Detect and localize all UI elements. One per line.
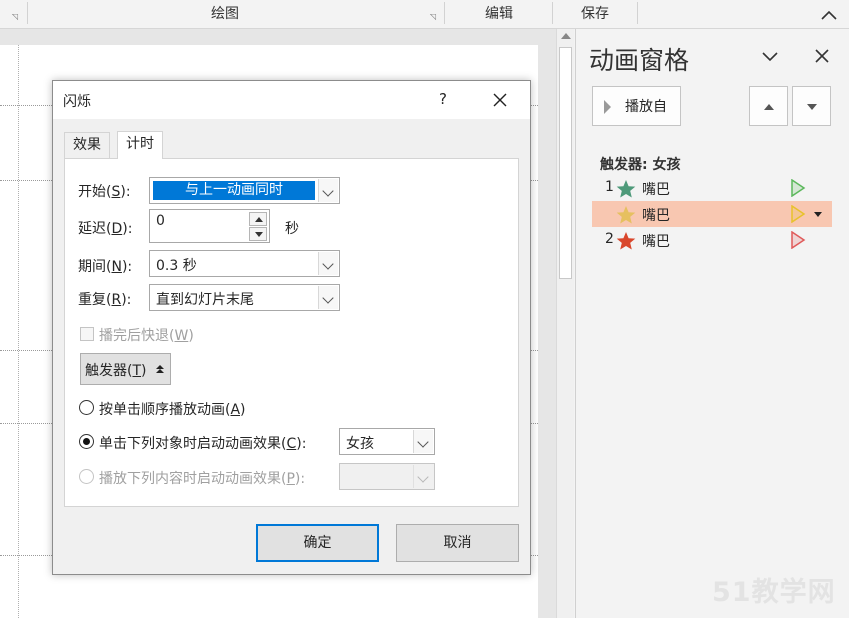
arrow-up-icon bbox=[764, 104, 774, 110]
timeline-marker-icon bbox=[791, 231, 806, 249]
collapse-up-icon bbox=[156, 365, 164, 373]
animation-item[interactable]: 2 嘴巴 bbox=[592, 227, 832, 253]
ribbon-separator bbox=[27, 2, 28, 24]
tab-effect[interactable]: 效果 bbox=[64, 132, 110, 158]
rewind-label: 播完后快退(W) bbox=[99, 328, 194, 344]
item-name: 嘴巴 bbox=[642, 234, 670, 250]
dialog-title: 闪烁 bbox=[63, 94, 91, 110]
trigger-object-value: 女孩 bbox=[346, 436, 374, 452]
chevron-down-icon[interactable] bbox=[413, 430, 433, 453]
animation-item-selected[interactable]: 嘴巴 bbox=[592, 201, 832, 227]
cancel-button[interactable]: 取消 bbox=[396, 524, 519, 562]
chevron-down-icon[interactable] bbox=[760, 46, 780, 66]
dialog-close-icon[interactable] bbox=[491, 91, 509, 109]
star-effect-icon bbox=[616, 180, 636, 198]
radio-click-sequence[interactable] bbox=[79, 400, 94, 415]
item-name: 嘴巴 bbox=[642, 208, 670, 224]
radio-click-sequence-label: 按单击顺序播放动画(A) bbox=[99, 402, 246, 418]
repeat-label: 重复(R): bbox=[78, 292, 132, 308]
start-label: 开始(S): bbox=[78, 184, 131, 200]
chevron-down-icon[interactable] bbox=[318, 286, 338, 309]
radio-start-on-bookmark[interactable] bbox=[79, 469, 94, 484]
rewind-checkbox[interactable] bbox=[80, 327, 94, 341]
animation-item[interactable]: 1 嘴巴 bbox=[592, 175, 832, 201]
collapse-ribbon-icon[interactable] bbox=[819, 6, 839, 24]
duration-value: 0.3 秒 bbox=[156, 258, 197, 274]
tab-timing[interactable]: 计时 bbox=[117, 131, 163, 159]
item-name: 嘴巴 bbox=[642, 182, 670, 198]
ribbon-separator bbox=[444, 2, 445, 24]
radio-start-on-click-of[interactable] bbox=[79, 434, 94, 449]
item-dropdown-icon[interactable] bbox=[814, 212, 822, 217]
delay-label: 延迟(D): bbox=[78, 221, 133, 237]
delay-stepper[interactable]: 0 bbox=[149, 209, 270, 243]
canvas-scrollbar[interactable] bbox=[556, 29, 574, 618]
chevron-down-icon[interactable] bbox=[413, 465, 433, 488]
chevron-down-icon[interactable] bbox=[318, 179, 338, 202]
move-up-button[interactable] bbox=[749, 86, 788, 126]
play-icon bbox=[604, 100, 611, 114]
scroll-up-icon[interactable] bbox=[561, 33, 571, 39]
move-down-button[interactable] bbox=[792, 86, 831, 126]
drawing-launcher-icon[interactable]: ◹ bbox=[430, 12, 440, 22]
trigger-header: 触发器: 女孩 bbox=[600, 157, 681, 173]
repeat-select[interactable]: 直到幻灯片末尾 bbox=[149, 284, 340, 311]
timeline-marker-icon bbox=[791, 205, 806, 223]
timeline-marker-icon bbox=[791, 179, 806, 197]
star-effect-icon bbox=[616, 206, 636, 224]
dialog-titlebar: 闪烁 ? bbox=[53, 81, 530, 119]
item-number: 2 bbox=[605, 231, 614, 247]
bookmark-select[interactable] bbox=[339, 463, 435, 490]
guide-line bbox=[18, 45, 19, 618]
ribbon-group-editing: 编辑 bbox=[485, 6, 513, 22]
scrollbar-thumb[interactable] bbox=[559, 47, 572, 279]
dialog-launcher-icon[interactable]: ◹ bbox=[12, 12, 22, 22]
repeat-value: 直到幻灯片末尾 bbox=[156, 292, 254, 308]
pane-title: 动画窗格 bbox=[589, 46, 690, 75]
item-number: 1 bbox=[605, 179, 614, 195]
star-effect-icon bbox=[616, 232, 636, 250]
delay-unit: 秒 bbox=[285, 221, 299, 237]
stepper-up-button[interactable] bbox=[249, 212, 267, 226]
start-select[interactable]: 与上一动画同时 bbox=[149, 177, 340, 204]
ribbon: ◹ 绘图 ◹ 编辑 保存 bbox=[0, 0, 849, 29]
close-icon[interactable] bbox=[812, 46, 832, 66]
ribbon-group-save: 保存 bbox=[581, 6, 609, 22]
flicker-dialog: 闪烁 ? 效果 计时 开始(S): 与上一动画同时 延迟(D): 0 秒 期间(… bbox=[52, 80, 531, 575]
ribbon-separator bbox=[637, 2, 638, 24]
delay-value: 0 bbox=[156, 213, 165, 229]
help-icon[interactable]: ? bbox=[439, 90, 447, 108]
stepper-down-button[interactable] bbox=[249, 227, 267, 241]
play-from-label: 播放自 bbox=[625, 99, 667, 115]
radio-start-on-click-of-label: 单击下列对象时启动动画效果(C): bbox=[99, 436, 307, 452]
play-from-button[interactable]: 播放自 bbox=[592, 86, 681, 126]
ribbon-group-drawing: 绘图 bbox=[211, 6, 239, 22]
trigger-button-label: 触发器(T) bbox=[85, 363, 147, 379]
start-value: 与上一动画同时 bbox=[153, 181, 315, 200]
animation-pane: 动画窗格 播放自 触发器: 女孩 1 嘴巴 嘴巴 2 嘴巴 bbox=[575, 29, 849, 618]
trigger-object-select[interactable]: 女孩 bbox=[339, 428, 435, 455]
duration-label: 期间(N): bbox=[78, 259, 133, 275]
watermark: 51教学网 bbox=[712, 577, 836, 608]
radio-start-on-bookmark-label: 播放下列内容时启动动画效果(P): bbox=[99, 471, 306, 487]
chevron-down-icon[interactable] bbox=[318, 252, 338, 275]
duration-select[interactable]: 0.3 秒 bbox=[149, 250, 340, 277]
ribbon-separator bbox=[552, 2, 553, 24]
ok-button[interactable]: 确定 bbox=[256, 524, 379, 562]
trigger-button[interactable]: 触发器(T) bbox=[80, 353, 171, 385]
arrow-down-icon bbox=[807, 104, 817, 110]
